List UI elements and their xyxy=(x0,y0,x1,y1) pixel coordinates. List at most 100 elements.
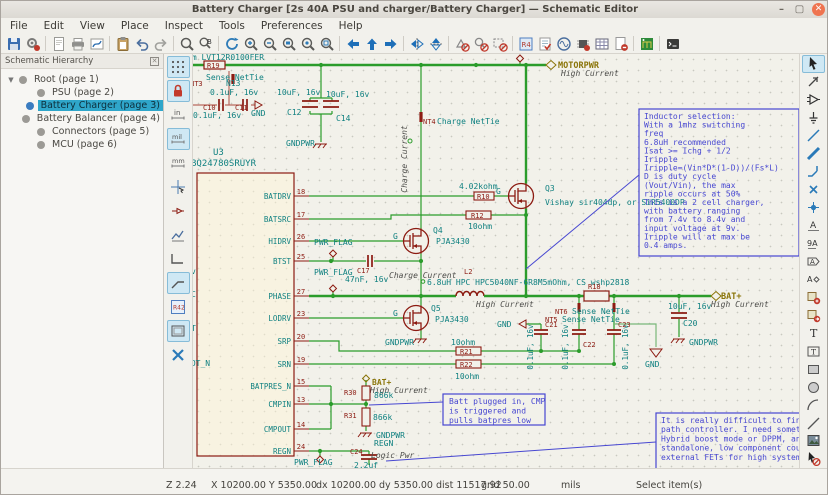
paste-icon[interactable] xyxy=(113,35,132,53)
sheet-mcu[interactable]: MCU (page 6) xyxy=(7,138,163,151)
regn-label[interactable]: REGN xyxy=(374,439,393,448)
select-cursor-icon[interactable] xyxy=(802,55,825,73)
edit-symbol-disabled-icon[interactable] xyxy=(452,35,471,53)
mirror-v-icon[interactable] xyxy=(407,35,426,53)
export-netlist-icon[interactable] xyxy=(611,35,630,53)
hierarchical-label-icon[interactable]: A xyxy=(802,270,825,288)
r22-resistor[interactable]: R22 10ohm xyxy=(455,360,481,381)
titlebar[interactable]: Battery Charger [2s 40A PSU and charger/… xyxy=(1,1,828,18)
netclass-directive-icon[interactable]: 9A xyxy=(802,235,825,253)
bat-plus-global-label[interactable]: BAT+ High Current xyxy=(710,292,769,310)
find-replace-icon[interactable]: B xyxy=(196,35,215,53)
menu-view[interactable]: View xyxy=(80,20,105,32)
highlight-net-icon[interactable] xyxy=(802,73,825,91)
cursor-shape-icon[interactable] xyxy=(167,176,190,198)
plot-icon[interactable] xyxy=(87,35,106,53)
zoom-object-icon[interactable] xyxy=(298,35,317,53)
console-icon[interactable] xyxy=(663,35,682,53)
nav-forward-icon[interactable] xyxy=(381,35,400,53)
c21-capacitor[interactable]: C21 0.1uF, 16v xyxy=(526,321,558,370)
zoom-selection-icon[interactable] xyxy=(317,35,336,53)
c22-capacitor[interactable]: C22 0.1uF, 16v xyxy=(561,324,596,370)
assign-footprints-icon[interactable] xyxy=(573,35,592,53)
symbol-table-icon[interactable] xyxy=(592,35,611,53)
arc-icon[interactable] xyxy=(802,396,825,414)
pwr-flag-hidrv-label[interactable]: PWR_FLAG xyxy=(314,238,353,247)
nt3-nettie[interactable]: Sense NetTie NT3 N13 xyxy=(193,73,264,88)
delete-tool-icon[interactable] xyxy=(802,450,825,468)
refresh-icon[interactable] xyxy=(222,35,241,53)
annotate-auto-icon[interactable]: R42 xyxy=(167,296,190,318)
q4-mosfet[interactable]: G Q4 PJA3430 xyxy=(393,226,470,254)
hidden-fields-icon[interactable] xyxy=(167,224,190,246)
edit-fields-disabled-icon[interactable] xyxy=(490,35,509,53)
image-icon[interactable] xyxy=(802,432,825,450)
lock-icon[interactable] xyxy=(167,80,190,102)
global-label-icon[interactable]: A xyxy=(802,252,825,270)
print-icon[interactable] xyxy=(68,35,87,53)
l2-ref[interactable]: L2 xyxy=(464,268,472,276)
pwr-flag-phase-icon[interactable] xyxy=(330,285,337,292)
place-symbol-icon[interactable] xyxy=(802,91,825,109)
menu-tools[interactable]: Tools xyxy=(219,20,245,32)
gnd-power-symbol[interactable]: GND xyxy=(251,101,266,118)
draw-wire-icon[interactable] xyxy=(802,127,825,145)
edit-library-disabled-icon[interactable] xyxy=(471,35,490,53)
sheet-psu[interactable]: PSU (page 2) xyxy=(7,86,163,99)
sheet-battery-balancer[interactable]: Battery Balancer (page 4) xyxy=(7,112,163,125)
redo-icon[interactable] xyxy=(151,35,170,53)
close-button[interactable]: ✕ xyxy=(812,3,825,16)
note-inductor-selection[interactable]: Inductor selection: With a 1mhz switchin… xyxy=(526,109,799,269)
text-icon[interactable]: T xyxy=(802,324,825,342)
sheet-pin-icon[interactable] xyxy=(802,306,825,324)
u3-value[interactable]: BQ24780SRUYR xyxy=(193,159,257,169)
no-connect-icon[interactable] xyxy=(802,181,825,199)
units-mils-icon[interactable]: mil xyxy=(167,128,190,150)
draw-bus-icon[interactable] xyxy=(802,145,825,163)
gnd-symbol-mid[interactable]: GND xyxy=(497,320,526,329)
wires-45-icon[interactable] xyxy=(167,272,190,294)
open-pcb-icon[interactable] xyxy=(637,35,656,53)
r31-resistor[interactable]: R31 866k xyxy=(344,408,392,426)
pwr-flag-btst-icon[interactable] xyxy=(330,250,337,257)
new-sheet-icon[interactable] xyxy=(49,35,68,53)
sheet-root[interactable]: ▼Root (page 1) xyxy=(7,73,163,86)
hierarchy-close-icon[interactable]: ✕ xyxy=(150,57,159,66)
c11-capacitor[interactable]: C11 0.1uF, 16v xyxy=(193,99,248,120)
hidden-pins-icon[interactable] xyxy=(167,200,190,222)
nt4-nettie[interactable]: NT4 Charge NetTie xyxy=(421,112,500,126)
save-icon[interactable] xyxy=(4,35,23,53)
menu-help[interactable]: Help xyxy=(339,20,363,32)
units-mm-icon[interactable]: mm xyxy=(167,152,190,174)
simulator-icon[interactable] xyxy=(554,35,573,53)
gnd-symbol-right[interactable]: GND xyxy=(645,349,662,369)
grid-visibility-icon[interactable] xyxy=(167,56,190,78)
erc-icon[interactable] xyxy=(535,35,554,53)
zoom-page-icon[interactable] xyxy=(279,35,298,53)
nav-up-icon[interactable] xyxy=(362,35,381,53)
units-inches-icon[interactable]: in xyxy=(167,104,190,126)
hierarchical-sheet-icon[interactable] xyxy=(802,288,825,306)
junction-icon[interactable] xyxy=(802,199,825,217)
place-power-icon[interactable] xyxy=(802,109,825,127)
find-icon[interactable] xyxy=(177,35,196,53)
minimize-button[interactable]: – xyxy=(776,4,787,15)
menu-inspect[interactable]: Inspect xyxy=(165,20,203,32)
zoom-in-icon[interactable] xyxy=(241,35,260,53)
line-icon[interactable] xyxy=(802,414,825,432)
motorpwr-global-label[interactable]: MOTORPWR High Current xyxy=(546,61,619,79)
menu-place[interactable]: Place xyxy=(121,20,149,32)
bat-plus-divider-label[interactable]: BAT+ High Current xyxy=(363,375,428,395)
mirror-h-icon[interactable] xyxy=(426,35,445,53)
menu-file[interactable]: File xyxy=(10,20,28,32)
u3-ref[interactable]: U3 xyxy=(213,148,224,158)
settings-gear-icon[interactable] xyxy=(23,35,42,53)
r12-resistor[interactable]: R12 10ohm xyxy=(466,211,492,231)
net-label-icon[interactable]: A xyxy=(802,217,825,235)
maximize-button[interactable]: ▢ xyxy=(794,4,805,15)
c12-c14-capacitors[interactable]: 10uF, 16v 10uF, 16v C12 C14 xyxy=(277,88,370,123)
sheet-battery-charger[interactable]: Battery Charger (page 3) xyxy=(7,99,163,112)
menu-edit[interactable]: Edit xyxy=(44,20,64,32)
gndpwr-symbol-q5[interactable]: GNDPWR xyxy=(385,338,427,347)
circle-icon[interactable] xyxy=(802,378,825,396)
